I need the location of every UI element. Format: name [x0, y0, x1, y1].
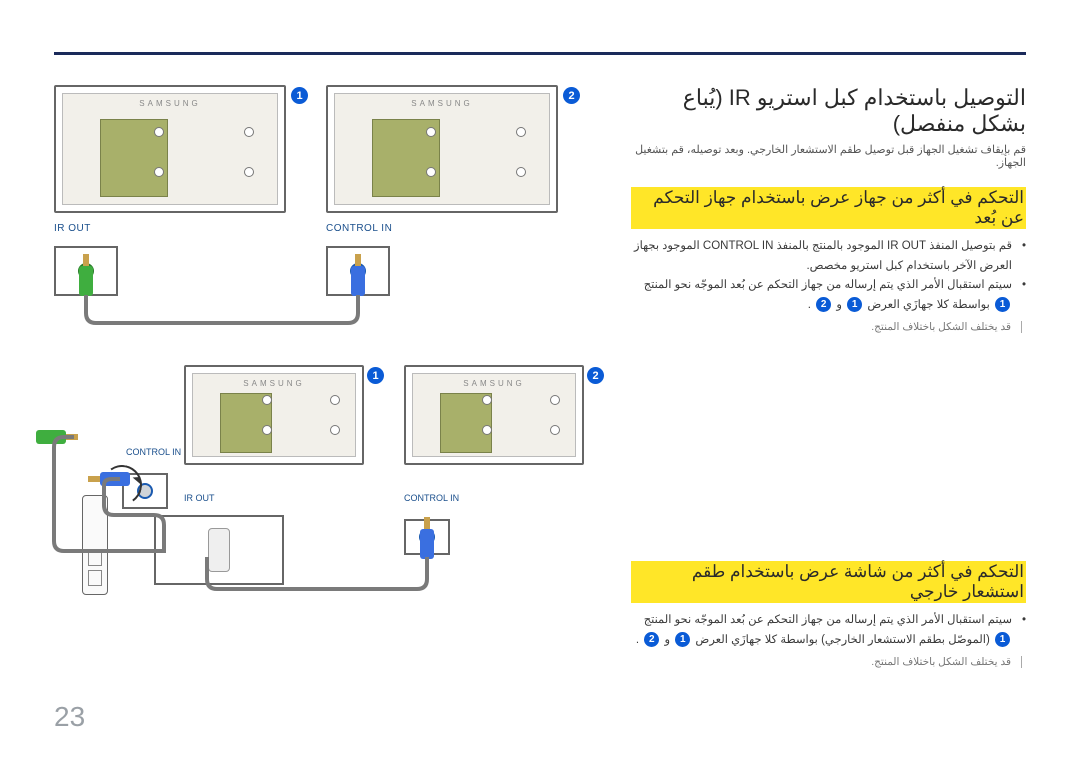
tv-4-wrap: SAMSUNG 2 CONTROL IN [404, 365, 584, 625]
tv-back-illustration: SAMSUNG [184, 365, 364, 465]
green-plug-icon [79, 266, 93, 296]
badge-one-icon: 1 [675, 632, 690, 647]
section-a-bullet-2: سيتم استقبال الأمر الذي يتم إرساله من جه… [631, 276, 1026, 315]
controlin-label: CONTROL IN [404, 493, 459, 503]
section-b: التحكم في أكثر من شاشة عرض باستخدام طقم … [631, 561, 1026, 668]
tv-back-illustration: SAMSUNG [54, 85, 286, 213]
tv-3-wrap: SAMSUNG 1 IR OUT CONTROL IN [184, 365, 364, 625]
text: بواسطة كلا جهازَي العرض [864, 299, 990, 311]
section-b-note: قد يختلف الشكل باختلاف المنتج. [631, 656, 1022, 668]
tv-badge-one-icon: 1 [291, 87, 308, 104]
text: سيتم استقبال الأمر الذي يتم إرساله من جه… [644, 279, 1012, 291]
brand-text: SAMSUNG [56, 99, 284, 108]
brand-text: SAMSUNG [406, 379, 582, 388]
tv-badge-one-icon: 1 [367, 367, 384, 384]
page-title: التوصيل باستخدام كبل استريو IR (يُباع بش… [631, 85, 1026, 137]
section-a-heading: التحكم في أكثر من جهاز عرض باستخدام جهاز… [631, 187, 1026, 229]
badge-two-icon: 2 [644, 632, 659, 647]
tv-back-illustration: SAMSUNG [404, 365, 584, 465]
diagram-row-1: SAMSUNG 1 IR OUT SAMSUNG 2 [54, 85, 609, 295]
blue-plug-icon [420, 529, 434, 559]
controlin-label: CONTROL IN [126, 447, 181, 457]
section-b-list: سيتم استقبال الأمر الذي يتم إرساله من جه… [631, 611, 1026, 650]
section-b-bullet-1: سيتم استقبال الأمر الذي يتم إرساله من جه… [631, 611, 1026, 650]
badge-one-icon: 1 [995, 632, 1010, 647]
tv-2-wrap: SAMSUNG 2 CONTROL IN [326, 85, 558, 295]
page-number: 23 [54, 701, 85, 733]
irout-label: IR OUT [184, 493, 215, 503]
controlin-label: CONTROL IN [326, 223, 558, 234]
tv-badge-two-icon: 2 [563, 87, 580, 104]
text: الموجود بالمنتج بالمنفذ [773, 240, 883, 252]
tv-badge-two-icon: 2 [587, 367, 604, 384]
top-rule [54, 52, 1026, 62]
text: قم بتوصيل المنفذ [926, 240, 1012, 252]
text: و [833, 299, 842, 311]
remote-control-icon [82, 495, 108, 595]
badge-one-icon: 1 [847, 297, 862, 312]
text: . [636, 634, 639, 646]
irout-label: IR OUT [54, 223, 286, 234]
external-sensor-box [154, 515, 284, 585]
text-column: التوصيل باستخدام كبل استريو IR (يُباع بش… [631, 85, 1026, 668]
sensor-eye-icon [208, 528, 230, 572]
section-a-note: قد يختلف الشكل باختلاف المنتج. [631, 321, 1022, 333]
diagram-column: SAMSUNG 1 IR OUT SAMSUNG 2 [54, 85, 609, 625]
blue-plug-icon [351, 266, 365, 296]
brand-text: SAMSUNG [186, 379, 362, 388]
brand-text: SAMSUNG [328, 99, 556, 108]
green-plug-icon [36, 430, 66, 444]
label-irout: IR OUT [887, 240, 926, 252]
section-a-list: قم بتوصيل المنفذ IR OUT الموجود بالمنتج … [631, 237, 1026, 315]
text: و [661, 634, 670, 646]
text: . [808, 299, 811, 311]
tv-back-illustration: SAMSUNG [326, 85, 558, 213]
diagram-row-2: SAMSUNG 1 IR OUT CONTROL IN [54, 365, 609, 625]
text: (الموصّل بطقم الاستشعار الخارجي) بواسطة … [692, 634, 990, 646]
badge-one-icon: 1 [995, 297, 1010, 312]
badge-two-icon: 2 [816, 297, 831, 312]
intro-text: قم بإيقاف تشغيل الجهاز قبل توصيل طقم الا… [631, 143, 1026, 169]
section-b-heading: التحكم في أكثر من شاشة عرض باستخدام طقم … [631, 561, 1026, 603]
tv-1-wrap: SAMSUNG 1 IR OUT [54, 85, 286, 295]
label-controlin: CONTROL IN [703, 240, 774, 252]
text: سيتم استقبال الأمر الذي يتم إرساله من جه… [644, 614, 1012, 626]
section-a-bullet-1: قم بتوصيل المنفذ IR OUT الموجود بالمنتج … [631, 237, 1026, 276]
